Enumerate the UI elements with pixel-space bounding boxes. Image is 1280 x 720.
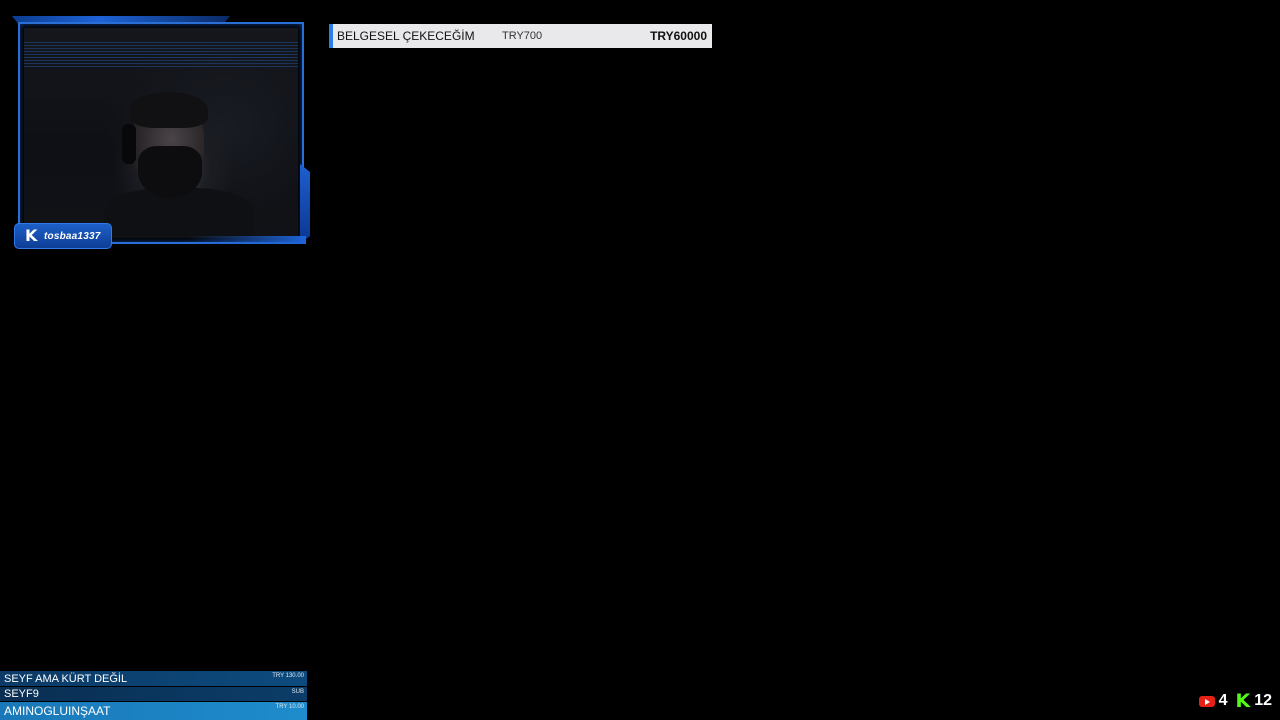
webcam-frame: K tosbaa1337 xyxy=(8,14,310,254)
event-row: AMINOGLUINŞAAT TRY 10.00 xyxy=(0,702,307,720)
kick-logo-icon: K xyxy=(25,226,38,245)
scanline-decoration xyxy=(24,42,298,68)
kick-viewers: K 12 xyxy=(1235,690,1272,712)
goal-title: BELGESEL ÇEKECEĞİM xyxy=(337,29,475,43)
recent-events-list: SEYF AMA KÜRT DEĞİL TRY 130.00 SEYF9 SUB… xyxy=(0,671,307,720)
event-amount: TRY 10.00 xyxy=(275,704,304,710)
event-name: SEYF9 xyxy=(4,688,39,700)
webcam-border xyxy=(18,22,304,244)
youtube-icon xyxy=(1198,695,1215,707)
goal-target-amount: TRY60000 xyxy=(650,29,707,43)
event-row: SEYF9 SUB xyxy=(0,687,307,701)
viewer-counts: 4 K 12 xyxy=(1198,690,1272,712)
event-amount: SUB xyxy=(291,689,304,695)
headset xyxy=(122,124,136,164)
webcam-feed xyxy=(24,28,298,238)
goal-current-amount: TRY700 xyxy=(502,30,543,42)
kick-icon: K xyxy=(1235,690,1251,712)
event-row: SEYF AMA KÜRT DEĞİL TRY 130.00 xyxy=(0,671,307,686)
kick-viewer-count: 12 xyxy=(1254,692,1272,709)
event-name: SEYF AMA KÜRT DEĞİL xyxy=(4,672,128,685)
youtube-viewers: 4 xyxy=(1198,692,1228,710)
streamer-username: tosbaa1337 xyxy=(44,230,101,242)
youtube-viewer-count: 4 xyxy=(1218,692,1228,709)
frame-bottom-accent xyxy=(188,236,306,244)
event-amount: TRY 130.00 xyxy=(272,673,304,679)
donation-goal-bar: BELGESEL ÇEKECEĞİM TRY700 TRY60000 xyxy=(329,24,712,48)
event-name: AMINOGLUINŞAAT xyxy=(4,704,111,718)
stream-overlay: K tosbaa1337 BELGESEL ÇEKECEĞİM TRY700 T… xyxy=(0,0,1280,720)
streamer-name-badge: K tosbaa1337 xyxy=(14,223,112,249)
frame-side-accent xyxy=(300,164,310,244)
streamer-beard xyxy=(138,146,202,198)
streamer-hair xyxy=(130,92,208,128)
